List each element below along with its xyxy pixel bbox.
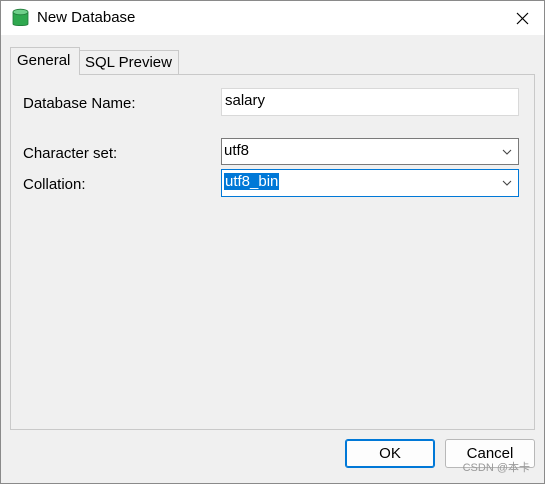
watermark-text: CSDN @本卡 (462, 462, 530, 474)
tab-general[interactable]: General (10, 47, 80, 75)
ok-button[interactable]: OK (345, 439, 435, 468)
collation-label: Collation: (23, 176, 86, 193)
collation-select[interactable]: utf8_bin (221, 169, 519, 197)
database-name-input[interactable]: salary (221, 88, 519, 116)
close-button[interactable] (508, 5, 536, 31)
tab-sql-preview[interactable]: SQL Preview (80, 50, 179, 74)
general-panel (10, 74, 535, 430)
database-name-value: salary (225, 92, 266, 109)
character-set-select[interactable]: utf8 (221, 138, 519, 165)
window-title: New Database (37, 9, 136, 26)
collation-value: utf8_bin (224, 173, 280, 190)
chevron-down-icon[interactable] (502, 147, 512, 157)
character-set-value: utf8 (224, 142, 250, 159)
chevron-down-icon[interactable] (502, 178, 512, 188)
character-set-label: Character set: (23, 145, 118, 162)
database-icon (12, 8, 29, 28)
title-bar[interactable]: New Database (1, 1, 544, 35)
database-name-label: Database Name: (23, 95, 136, 112)
close-icon (516, 12, 528, 24)
new-database-dialog: New Database General SQL Preview Databas… (0, 0, 545, 484)
